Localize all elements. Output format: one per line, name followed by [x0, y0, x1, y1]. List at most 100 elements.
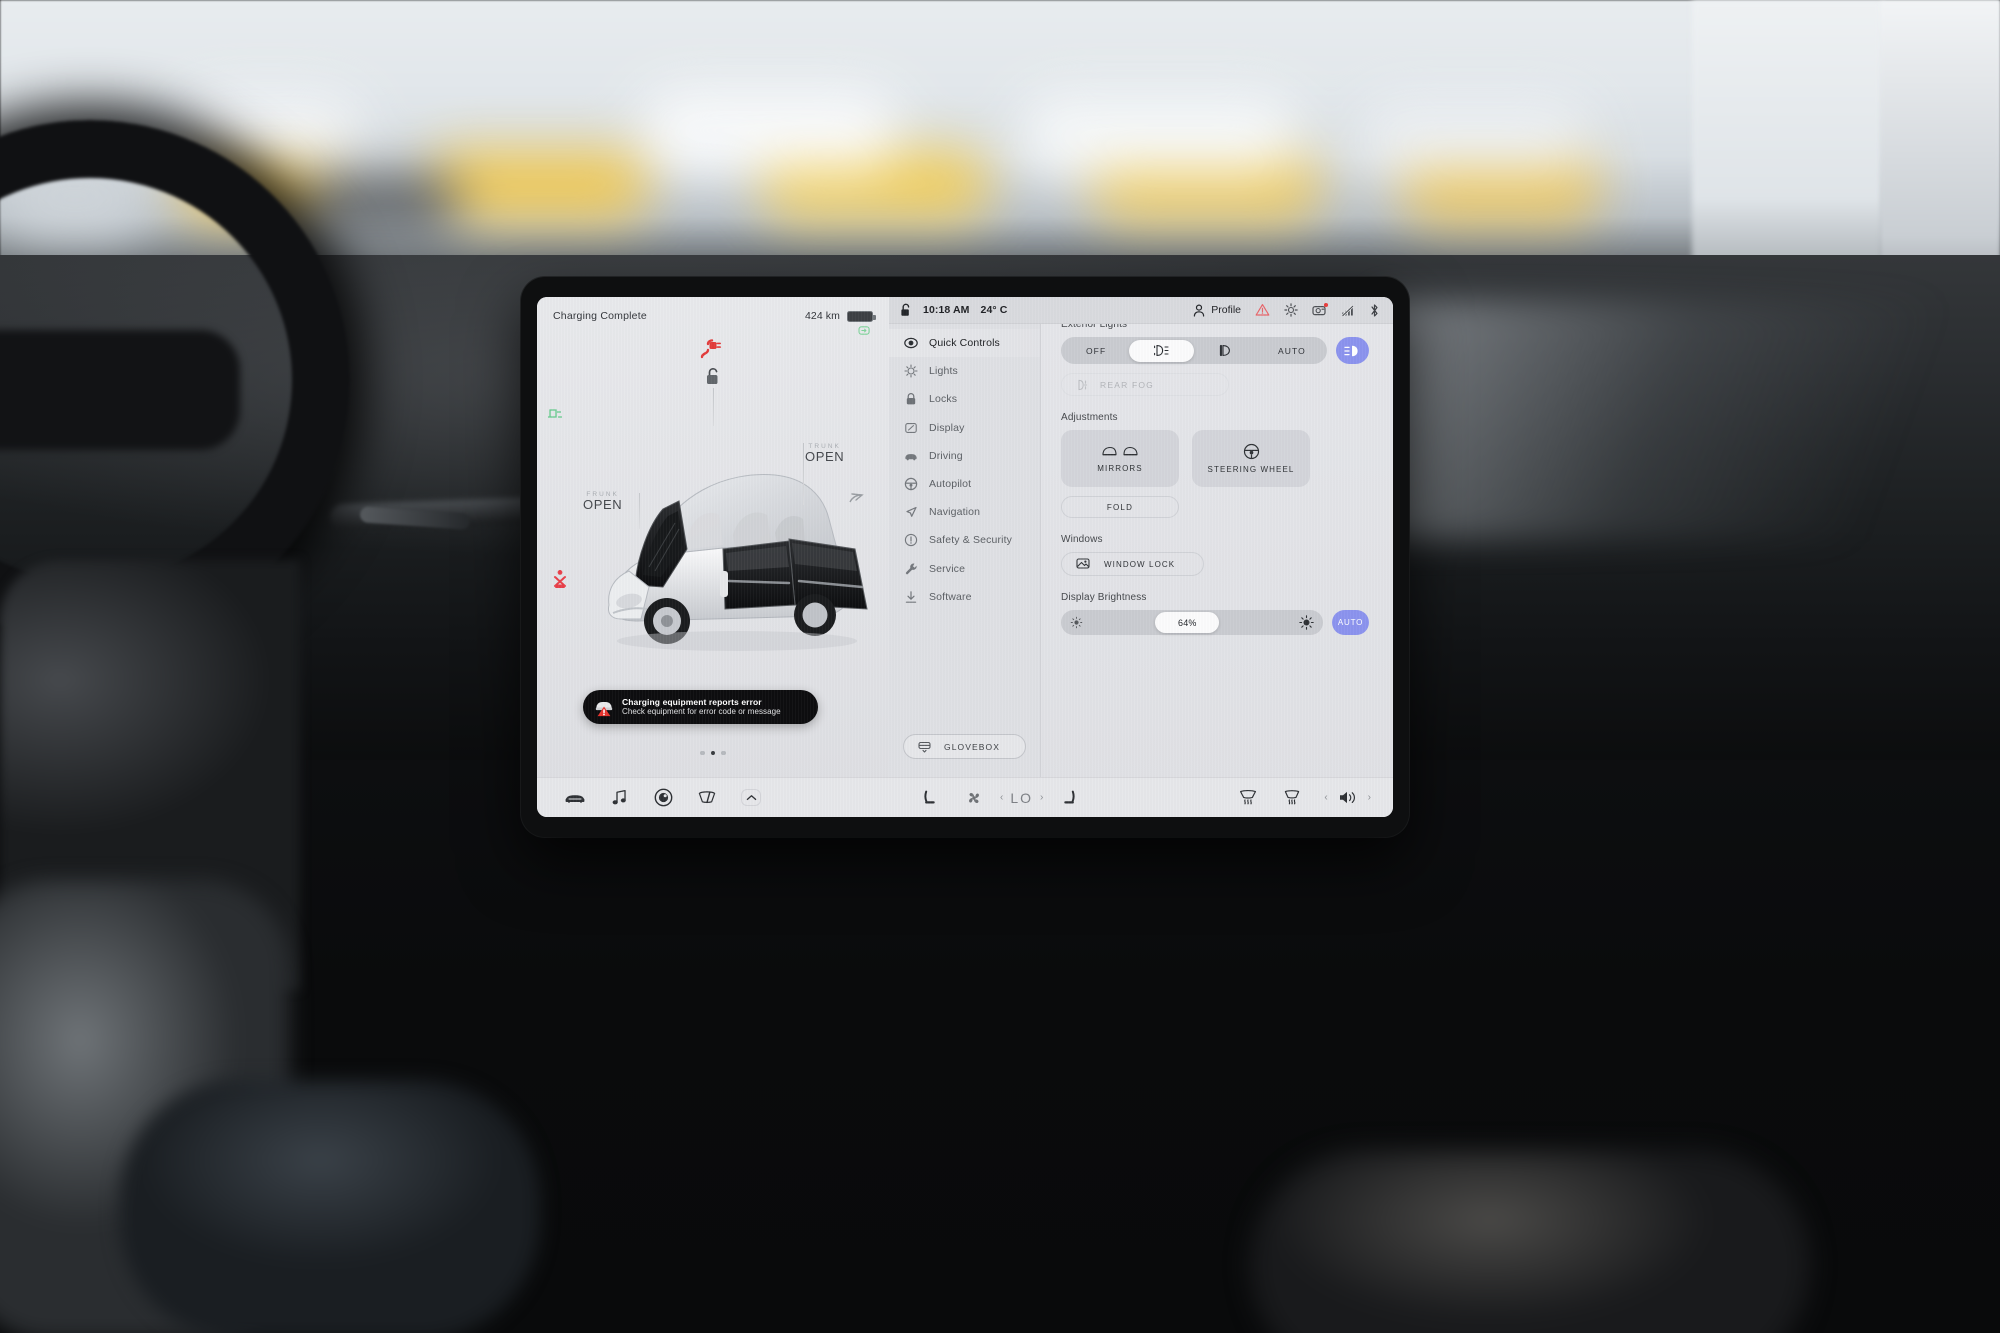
lock-closed-icon	[904, 392, 918, 406]
gear-icon[interactable]	[1284, 303, 1298, 317]
page-indicator[interactable]	[537, 750, 889, 755]
page-dot[interactable]	[721, 750, 726, 755]
volume-icon[interactable]	[1338, 790, 1358, 805]
range-value: 424 km	[804, 310, 840, 322]
page-dot-active[interactable]	[710, 750, 716, 755]
fan-button[interactable]	[952, 790, 996, 806]
expand-controls-button[interactable]	[729, 789, 773, 806]
cabin-temperature-value: LO	[1010, 789, 1033, 806]
quick-controls-panel: Exterior Lights OFF AUTO REAR FOG Adjust…	[1041, 297, 1393, 777]
sidebar-item-navigation[interactable]: Navigation	[889, 498, 1040, 526]
brightness-auto-button[interactable]: AUTO	[1332, 610, 1369, 635]
headlights-icon	[1219, 344, 1230, 357]
lock-icon[interactable]	[900, 303, 912, 318]
high-beam-button[interactable]	[1336, 337, 1369, 364]
rear-fog-button[interactable]: REAR FOG	[1061, 373, 1229, 396]
chevron-left-icon[interactable]: ‹	[1000, 792, 1003, 803]
brightness-high-icon	[1299, 615, 1314, 630]
sidebar-label: Quick Controls	[929, 337, 1000, 350]
seat-heater-left-icon	[924, 790, 936, 803]
media-music-icon	[612, 789, 626, 805]
screen-body: Charging Complete 424 km FRUNK OPEN TRUN…	[537, 297, 1393, 777]
chevron-right-icon[interactable]: ›	[1040, 792, 1043, 803]
high-beam-icon	[1344, 345, 1358, 356]
bluetooth-icon[interactable]	[1369, 303, 1380, 318]
car-visualization-panel: Charging Complete 424 km FRUNK OPEN TRUN…	[537, 297, 889, 777]
car-controls-icon	[565, 795, 585, 803]
car-controls-button[interactable]	[553, 791, 597, 804]
lights-auto-option[interactable]: AUTO	[1259, 340, 1324, 362]
bottom-toolbar: ‹ LO › ‹ ›	[537, 777, 1393, 817]
headlights-option[interactable]	[1194, 340, 1259, 362]
mirrors-label: MIRRORS	[1097, 464, 1143, 473]
driver-seat-heater-button[interactable]	[908, 790, 952, 806]
wipers-button[interactable]	[685, 790, 729, 805]
glovebox-section: GLOVEBOX	[889, 734, 1040, 777]
wrench-icon	[904, 562, 918, 576]
seat-heater-right-icon	[1064, 790, 1075, 803]
navigation-arrow-icon	[904, 505, 918, 519]
sidebar-label: Lights	[929, 365, 958, 378]
brightness-value[interactable]: 64%	[1155, 612, 1220, 633]
mirrors-button[interactable]: MIRRORS	[1061, 430, 1179, 487]
volume-down-chevron-icon[interactable]: ‹	[1318, 792, 1333, 803]
rear-defrost-button[interactable]	[1226, 789, 1270, 806]
brightness-slider[interactable]: 64%	[1061, 610, 1323, 635]
windows-title: Windows	[1061, 534, 1103, 545]
media-button[interactable]	[597, 789, 641, 806]
volume-knob-button[interactable]	[641, 788, 685, 807]
passenger-seat-heater-button[interactable]	[1047, 790, 1091, 806]
adjustments-row: MIRRORS STEERING WHEEL	[1061, 430, 1369, 487]
exterior-lights-segmented-control[interactable]: OFF AUTO	[1061, 337, 1327, 364]
sidebar-item-driving[interactable]: Driving	[889, 442, 1040, 470]
sidebar-label: Display	[929, 421, 965, 434]
glovebox-button[interactable]: GLOVEBOX	[903, 734, 1026, 759]
adjustments-title: Adjustments	[1061, 412, 1118, 423]
steering-wheel-hub	[0, 330, 240, 450]
parking-lights-option[interactable]	[1128, 339, 1194, 362]
sidebar-item-locks[interactable]: Locks	[889, 385, 1040, 413]
sidebar-label: Navigation	[929, 506, 981, 519]
car-graphic-stage: FRUNK OPEN TRUNK OPEN	[537, 343, 889, 673]
person-icon	[1194, 303, 1205, 317]
bottom-left-group	[553, 788, 773, 807]
dashcam-button[interactable]	[1312, 302, 1328, 317]
outside-temperature: 24° C	[980, 304, 1008, 316]
recording-badge	[1323, 302, 1328, 307]
adjustments-section: Adjustments MIRRORS STEERING WHEEL FOLD	[1061, 412, 1369, 518]
temperature-control[interactable]: ‹ LO ›	[996, 790, 1047, 806]
front-defrost-button[interactable]	[1270, 789, 1314, 806]
sidebar-item-display[interactable]: Display	[889, 414, 1040, 442]
sidebar-item-software[interactable]: Software	[889, 583, 1040, 611]
warning-triangle-icon[interactable]	[1255, 303, 1270, 317]
clock: 10:18 AM	[923, 304, 970, 316]
defrost-group	[1226, 789, 1314, 806]
notification-banner[interactable]: Charging equipment reports error Check e…	[583, 690, 818, 724]
sidebar-item-quick-controls[interactable]: Quick Controls	[889, 329, 1040, 358]
sidebar-item-autopilot[interactable]: Autopilot	[889, 470, 1040, 498]
front-defrost-icon	[1285, 790, 1300, 805]
page-dot[interactable]	[700, 750, 705, 755]
mirrors-icon	[1102, 446, 1138, 456]
signal-off-icon[interactable]	[1341, 304, 1355, 317]
steering-wheel-button[interactable]: STEERING WHEEL	[1192, 430, 1310, 487]
volume-up-chevron-icon[interactable]: ›	[1362, 792, 1377, 803]
sidebar-label: Software	[929, 590, 972, 603]
fold-mirrors-button[interactable]: FOLD	[1061, 496, 1179, 518]
sidebar-item-lights[interactable]: Lights	[889, 357, 1040, 385]
steering-wheel-icon	[904, 477, 918, 491]
unlocked-padlock-icon	[707, 367, 718, 384]
frunk-state: OPEN	[583, 497, 623, 512]
frunk-status: FRUNK OPEN	[583, 491, 622, 512]
window-lock-button[interactable]: WINDOW LOCK	[1061, 552, 1204, 576]
lights-off-option[interactable]: OFF	[1064, 340, 1129, 362]
touchscreen-bezel: Charging Complete 424 km FRUNK OPEN TRUN…	[521, 277, 1409, 837]
sidebar-item-safety-security[interactable]: Safety & Security	[889, 526, 1040, 554]
sidebar-item-service[interactable]: Service	[889, 555, 1040, 583]
profile-button[interactable]: Profile	[1193, 303, 1241, 317]
lock-leader-line	[713, 388, 714, 426]
exterior-lights-section: Exterior Lights OFF AUTO REAR FOG	[1061, 319, 1369, 396]
fan-icon	[968, 792, 979, 803]
range-indicator[interactable]: 424 km	[804, 310, 876, 336]
display-brightness-section: Display Brightness 64% AUTO	[1061, 592, 1369, 635]
